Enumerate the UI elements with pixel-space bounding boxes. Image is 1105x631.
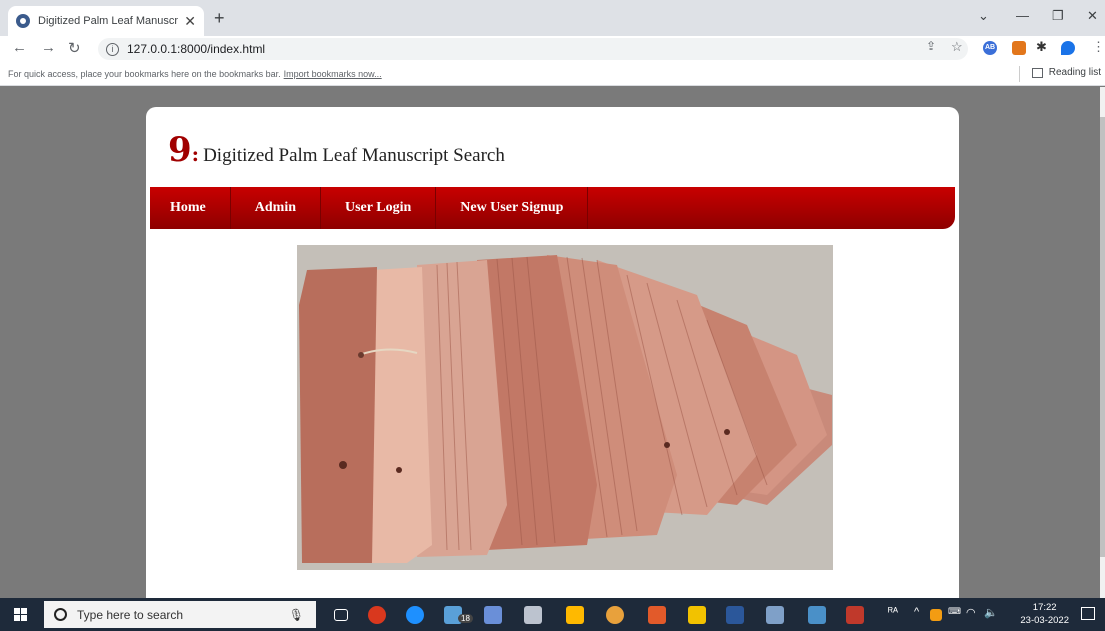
main-menu: Home Admin User Login New User Signup xyxy=(150,187,955,229)
word-icon[interactable] xyxy=(726,606,744,624)
keyboard-icon[interactable]: ⌨ xyxy=(948,606,961,617)
clock-date: 23-03-2022 xyxy=(1020,615,1069,626)
opera-icon[interactable] xyxy=(368,606,386,624)
page-container: 9 : Digitized Palm Leaf Manuscript Searc… xyxy=(146,107,959,598)
windows-start-icon[interactable] xyxy=(14,608,28,622)
mail-badge: 18 xyxy=(458,614,473,623)
extensions-puzzle-icon[interactable]: ✱ xyxy=(1036,39,1047,55)
star-icon[interactable]: ☆ xyxy=(951,39,963,55)
wifi-icon[interactable]: ◠ xyxy=(966,606,976,619)
cortana-icon xyxy=(54,608,67,621)
store-icon[interactable] xyxy=(566,606,584,624)
chevron-down-icon[interactable]: ⌄ xyxy=(978,8,989,24)
page-viewport: 9 : Digitized Palm Leaf Manuscript Searc… xyxy=(0,87,1100,598)
palm-leaf-manuscript-image xyxy=(297,245,833,570)
bookmarks-bar: For quick access, place your bookmarks h… xyxy=(0,62,1105,86)
import-bookmarks-link[interactable]: Import bookmarks now... xyxy=(284,69,382,79)
window-close-icon[interactable]: ✕ xyxy=(1087,8,1098,24)
tray-app-icon[interactable] xyxy=(930,609,942,621)
taskbar-search[interactable]: Type here to search 🎙 xyxy=(44,601,316,628)
menu-item-user-login[interactable]: User Login xyxy=(321,187,437,229)
info-icon[interactable]: i xyxy=(106,42,119,56)
restore-icon[interactable]: ❐ xyxy=(1052,8,1064,24)
globe-icon xyxy=(16,14,30,28)
palm-leaf-illustration xyxy=(297,245,833,570)
share-icon[interactable]: ⇪ xyxy=(926,39,936,53)
clock-time: 17:22 xyxy=(1032,602,1057,613)
reading-list-button[interactable]: Reading list xyxy=(1031,67,1101,78)
page-scrollbar[interactable] xyxy=(1100,87,1105,598)
tray-chevron-icon[interactable]: ^ xyxy=(914,606,919,618)
notification-icon[interactable] xyxy=(1081,607,1095,620)
divider xyxy=(1019,66,1020,82)
address-bar[interactable]: i 127.0.0.1:8000/index.html xyxy=(98,38,968,60)
mysql-icon[interactable] xyxy=(766,606,784,624)
close-icon[interactable]: ✕ xyxy=(184,13,196,30)
reading-list-icon xyxy=(1031,67,1043,78)
back-icon[interactable]: ← xyxy=(12,39,27,56)
system-clock[interactable]: 17:22 23-03-2022 xyxy=(1020,601,1069,627)
volume-icon[interactable]: 🔈 xyxy=(984,606,998,619)
bookmarks-hint: For quick access, place your bookmarks h… xyxy=(8,68,281,79)
shield-extension-icon[interactable] xyxy=(1061,41,1075,55)
menu-kebab-icon[interactable]: ⋮ xyxy=(1092,39,1105,55)
minimize-icon[interactable]: — xyxy=(1016,8,1029,23)
forward-icon[interactable]: → xyxy=(41,39,56,56)
bass-clef-logo-icon: 9 xyxy=(168,130,192,170)
terminal-icon[interactable] xyxy=(524,606,542,624)
logo-colon: : xyxy=(191,142,200,166)
reload-icon[interactable]: ↻ xyxy=(68,39,81,57)
site-title: Digitized Palm Leaf Manuscript Search xyxy=(203,145,505,166)
scrollbar-thumb[interactable] xyxy=(1100,117,1105,557)
browser-tabstrip: Digitized Palm Leaf Manuscript S ✕ + ⌄ —… xyxy=(0,0,1105,36)
browser-tab[interactable]: Digitized Palm Leaf Manuscript S ✕ xyxy=(8,6,204,36)
taskbar-search-placeholder: Type here to search xyxy=(77,607,184,622)
site-logo[interactable]: 9 : Digitized Palm Leaf Manuscript Searc… xyxy=(168,133,505,167)
edge-icon[interactable] xyxy=(406,606,424,624)
windows-taskbar: Type here to search 🎙 18 ᴿᴬ ^ ⌨ ◠ 🔈 17:2… xyxy=(0,598,1105,631)
new-tab-button[interactable]: + xyxy=(214,8,225,29)
url-text: 127.0.0.1:8000/index.html xyxy=(127,42,266,56)
eclipse-icon[interactable] xyxy=(648,606,666,624)
menu-item-admin[interactable]: Admin xyxy=(231,187,321,229)
menu-item-home[interactable]: Home xyxy=(150,187,231,229)
file-explorer-icon[interactable] xyxy=(688,606,706,624)
adblock-extension-icon[interactable]: AB xyxy=(983,41,997,55)
reading-list-label: Reading list xyxy=(1048,67,1101,78)
tab-title: Digitized Palm Leaf Manuscript S xyxy=(38,15,179,27)
people-icon[interactable]: ᴿᴬ xyxy=(888,606,898,618)
metamask-extension-icon[interactable] xyxy=(1012,41,1026,55)
chrome-icon[interactable] xyxy=(606,606,624,624)
browser-toolbar: ← → ↻ i 127.0.0.1:8000/index.html ⇪ ☆ AB… xyxy=(0,36,1105,62)
app-icon[interactable] xyxy=(484,606,502,624)
microphone-icon[interactable]: 🎙 xyxy=(289,608,304,622)
notepad-icon[interactable] xyxy=(808,606,826,624)
app-red-icon[interactable] xyxy=(846,606,864,624)
task-view-icon[interactable] xyxy=(334,609,348,621)
menu-item-new-user-signup[interactable]: New User Signup xyxy=(436,187,589,229)
